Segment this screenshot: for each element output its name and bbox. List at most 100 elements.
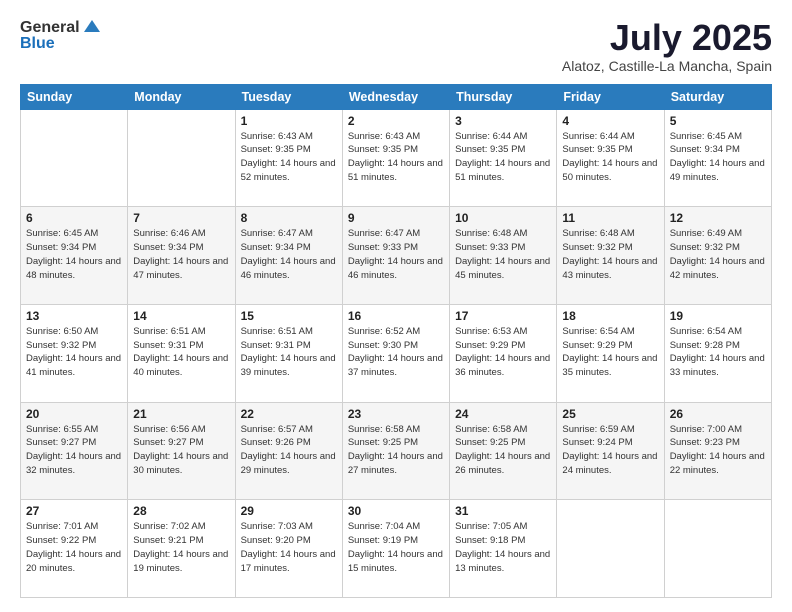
cell-sunrise: Sunrise: 6:59 AM xyxy=(562,423,658,437)
cell-day-number: 29 xyxy=(241,504,337,518)
cell-sunrise: Sunrise: 6:43 AM xyxy=(241,130,337,144)
cell-daylight: Daylight: 14 hours and 49 minutes. xyxy=(670,157,766,185)
cell-info: Sunrise: 7:02 AMSunset: 9:21 PMDaylight:… xyxy=(133,520,229,575)
cell-sunrise: Sunrise: 6:43 AM xyxy=(348,130,444,144)
cell-sunrise: Sunrise: 6:44 AM xyxy=(455,130,551,144)
header: General Blue July 2025 Alatoz, Castille-… xyxy=(20,18,772,74)
cell-daylight: Daylight: 14 hours and 36 minutes. xyxy=(455,352,551,380)
cell-day-number: 14 xyxy=(133,309,229,323)
cell-sunset: Sunset: 9:27 PM xyxy=(133,436,229,450)
cell-sunrise: Sunrise: 6:50 AM xyxy=(26,325,122,339)
cell-sunrise: Sunrise: 6:47 AM xyxy=(348,227,444,241)
table-row: 15Sunrise: 6:51 AMSunset: 9:31 PMDayligh… xyxy=(235,304,342,402)
cell-day-number: 12 xyxy=(670,211,766,225)
cell-info: Sunrise: 6:54 AMSunset: 9:28 PMDaylight:… xyxy=(670,325,766,380)
cell-sunset: Sunset: 9:34 PM xyxy=(241,241,337,255)
cell-info: Sunrise: 6:49 AMSunset: 9:32 PMDaylight:… xyxy=(670,227,766,282)
cell-info: Sunrise: 7:04 AMSunset: 9:19 PMDaylight:… xyxy=(348,520,444,575)
table-row: 19Sunrise: 6:54 AMSunset: 9:28 PMDayligh… xyxy=(664,304,771,402)
cell-sunrise: Sunrise: 7:01 AM xyxy=(26,520,122,534)
table-row: 30Sunrise: 7:04 AMSunset: 9:19 PMDayligh… xyxy=(342,500,449,598)
cell-info: Sunrise: 6:55 AMSunset: 9:27 PMDaylight:… xyxy=(26,423,122,478)
cell-sunrise: Sunrise: 6:47 AM xyxy=(241,227,337,241)
table-row: 8Sunrise: 6:47 AMSunset: 9:34 PMDaylight… xyxy=(235,207,342,305)
cell-sunrise: Sunrise: 6:53 AM xyxy=(455,325,551,339)
cell-daylight: Daylight: 14 hours and 37 minutes. xyxy=(348,352,444,380)
cell-daylight: Daylight: 14 hours and 43 minutes. xyxy=(562,255,658,283)
table-row xyxy=(664,500,771,598)
table-row: 9Sunrise: 6:47 AMSunset: 9:33 PMDaylight… xyxy=(342,207,449,305)
table-row: 26Sunrise: 7:00 AMSunset: 9:23 PMDayligh… xyxy=(664,402,771,500)
table-row: 2Sunrise: 6:43 AMSunset: 9:35 PMDaylight… xyxy=(342,109,449,207)
cell-daylight: Daylight: 14 hours and 35 minutes. xyxy=(562,352,658,380)
cell-daylight: Daylight: 14 hours and 51 minutes. xyxy=(455,157,551,185)
cell-sunset: Sunset: 9:33 PM xyxy=(348,241,444,255)
cell-sunrise: Sunrise: 7:04 AM xyxy=(348,520,444,534)
table-row: 20Sunrise: 6:55 AMSunset: 9:27 PMDayligh… xyxy=(21,402,128,500)
table-row: 17 Sunrise: 6:53 AMSunset: 9:29 PMDayligh… xyxy=(450,304,557,402)
cell-daylight: Daylight: 14 hours and 17 minutes. xyxy=(241,548,337,576)
cell-sunrise: Sunrise: 6:46 AM xyxy=(133,227,229,241)
table-row: 14 Sunrise: 6:51 AMSunset: 9:31 PMDayligh… xyxy=(128,304,235,402)
cell-sunset: Sunset: 9:26 PM xyxy=(241,436,337,450)
cell-sunrise: Sunrise: 6:44 AM xyxy=(562,130,658,144)
table-row: 4Sunrise: 6:44 AMSunset: 9:35 PMDaylight… xyxy=(557,109,664,207)
title-month: July 2025 xyxy=(562,18,772,58)
cell-sunset: Sunset: 9:35 PM xyxy=(348,143,444,157)
title-block: July 2025 Alatoz, Castille-La Mancha, Sp… xyxy=(562,18,772,74)
cell-day-number: 5 xyxy=(670,114,766,128)
cell-sunrise: Sunrise: 6:54 AM xyxy=(670,325,766,339)
col-wednesday: Wednesday xyxy=(342,84,449,109)
cell-day-number: 31 xyxy=(455,504,551,518)
cell-day-number: 24 xyxy=(455,407,551,421)
cell-sunset: Sunset: 9:23 PM xyxy=(670,436,766,450)
cell-sunset: Sunset: 9:25 PM xyxy=(455,436,551,450)
cell-info: Sunrise: 6:57 AMSunset: 9:26 PMDaylight:… xyxy=(241,423,337,478)
cell-sunset: Sunset: 9:34 PM xyxy=(133,241,229,255)
cell-daylight: Daylight: 14 hours and 41 minutes. xyxy=(26,352,122,380)
cell-day-number: 22 xyxy=(241,407,337,421)
cell-daylight: Daylight: 14 hours and 19 minutes. xyxy=(133,548,229,576)
cell-info: Sunrise: 7:00 AMSunset: 9:23 PMDaylight:… xyxy=(670,423,766,478)
cell-sunset: Sunset: 9:35 PM xyxy=(562,143,658,157)
cell-sunset: Sunset: 9:32 PM xyxy=(562,241,658,255)
cell-day-number: 9 xyxy=(348,211,444,225)
cell-sunrise: Sunrise: 7:02 AM xyxy=(133,520,229,534)
cell-sunset: Sunset: 9:35 PM xyxy=(455,143,551,157)
col-monday: Monday xyxy=(128,84,235,109)
cell-daylight: Daylight: 14 hours and 29 minutes. xyxy=(241,450,337,478)
cell-day-number: 15 xyxy=(241,309,337,323)
cell-day-number: 8 xyxy=(241,211,337,225)
cell-daylight: Daylight: 14 hours and 27 minutes. xyxy=(348,450,444,478)
table-row: 12 Sunrise: 6:49 AMSunset: 9:32 PMDayligh… xyxy=(664,207,771,305)
cell-sunset: Sunset: 9:31 PM xyxy=(133,339,229,353)
cell-sunrise: Sunrise: 6:45 AM xyxy=(670,130,766,144)
cell-sunrise: Sunrise: 6:49 AM xyxy=(670,227,766,241)
table-row: 16Sunrise: 6:52 AMSunset: 9:30 PMDayligh… xyxy=(342,304,449,402)
col-thursday: Thursday xyxy=(450,84,557,109)
cell-sunset: Sunset: 9:29 PM xyxy=(455,339,551,353)
table-row xyxy=(21,109,128,207)
cell-sunrise: Sunrise: 6:58 AM xyxy=(455,423,551,437)
table-row: 29Sunrise: 7:03 AMSunset: 9:20 PMDayligh… xyxy=(235,500,342,598)
cell-info: Sunrise: 6:46 AMSunset: 9:34 PMDaylight:… xyxy=(133,227,229,282)
cell-sunrise: Sunrise: 6:58 AM xyxy=(348,423,444,437)
calendar-week-1: 6Sunrise: 6:45 AMSunset: 9:34 PMDaylight… xyxy=(21,207,772,305)
cell-sunset: Sunset: 9:21 PM xyxy=(133,534,229,548)
cell-sunset: Sunset: 9:33 PM xyxy=(455,241,551,255)
cell-sunrise: Sunrise: 6:55 AM xyxy=(26,423,122,437)
cell-sunset: Sunset: 9:32 PM xyxy=(670,241,766,255)
cell-day-number: 6 xyxy=(26,211,122,225)
cell-info: Sunrise: 6:51 AMSunset: 9:31 PMDaylight:… xyxy=(133,325,229,380)
cell-daylight: Daylight: 14 hours and 22 minutes. xyxy=(670,450,766,478)
col-saturday: Saturday xyxy=(664,84,771,109)
cell-day-number: 17 xyxy=(455,309,551,323)
cell-daylight: Daylight: 14 hours and 26 minutes. xyxy=(455,450,551,478)
cell-daylight: Daylight: 14 hours and 24 minutes. xyxy=(562,450,658,478)
cell-day-number: 27 xyxy=(26,504,122,518)
table-row xyxy=(128,109,235,207)
calendar-week-4: 27 Sunrise: 7:01 AMSunset: 9:22 PM Dayligh… xyxy=(21,500,772,598)
cell-sunset: Sunset: 9:22 PM xyxy=(26,534,122,548)
table-row xyxy=(557,500,664,598)
cell-sunset: Sunset: 9:18 PM xyxy=(455,534,551,548)
